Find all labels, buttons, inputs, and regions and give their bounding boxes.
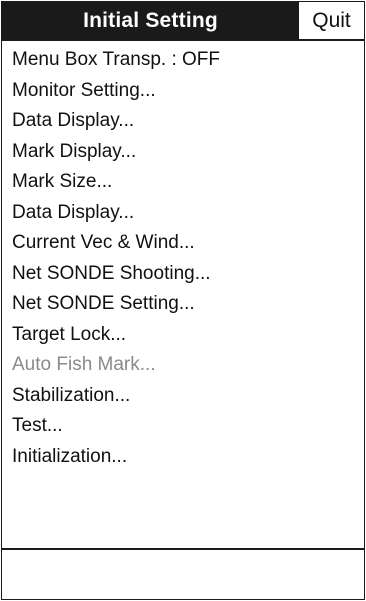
menu-list: Menu Box Transp. : OFF Monitor Setting..… bbox=[2, 41, 364, 550]
menu-item-target-lock[interactable]: Target Lock... bbox=[2, 320, 364, 351]
menu-item-initialization[interactable]: Initialization... bbox=[2, 442, 364, 473]
menu-item-data-display-2[interactable]: Data Display... bbox=[2, 198, 364, 229]
menu-item-data-display[interactable]: Data Display... bbox=[2, 106, 364, 137]
menu-item-test[interactable]: Test... bbox=[2, 411, 364, 442]
status-bar bbox=[2, 550, 364, 598]
menu-item-monitor-setting[interactable]: Monitor Setting... bbox=[2, 76, 364, 107]
menu-item-mark-size[interactable]: Mark Size... bbox=[2, 167, 364, 198]
title-bar: Initial Setting Quit bbox=[2, 2, 364, 41]
menu-item-menu-box-transp[interactable]: Menu Box Transp. : OFF bbox=[2, 45, 364, 76]
menu-title: Initial Setting bbox=[2, 2, 299, 39]
initial-setting-menu: Initial Setting Quit Menu Box Transp. : … bbox=[1, 1, 365, 600]
menu-item-net-sonde-setting[interactable]: Net SONDE Setting... bbox=[2, 289, 364, 320]
menu-item-stabilization[interactable]: Stabilization... bbox=[2, 381, 364, 412]
menu-item-current-vec-wind[interactable]: Current Vec & Wind... bbox=[2, 228, 364, 259]
menu-item-mark-display[interactable]: Mark Display... bbox=[2, 137, 364, 168]
quit-button[interactable]: Quit bbox=[299, 2, 364, 39]
menu-item-auto-fish-mark: Auto Fish Mark... bbox=[12, 354, 156, 375]
menu-item-net-sonde-shooting[interactable]: Net SONDE Shooting... bbox=[2, 259, 364, 290]
